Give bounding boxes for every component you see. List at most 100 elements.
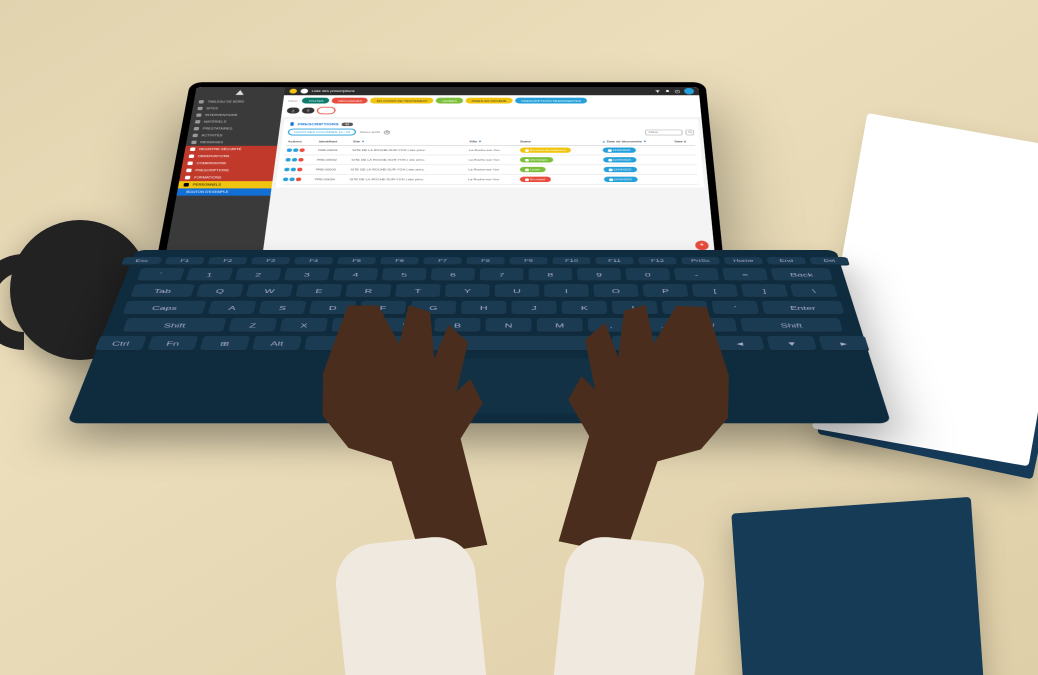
key-►[interactable]: ► [818,336,869,352]
action-delete-icon[interactable] [298,158,304,162]
table-row[interactable]: PRE-00002SITE DE LA ROCHE-SUR-YON | site… [284,155,697,165]
key-7[interactable]: 7 [480,268,524,282]
table-row[interactable]: PRE-00003SITE DE LA ROCHE-SUR-YON | site… [282,165,698,175]
chip-toutes[interactable]: TOUTES [302,98,330,104]
key-][interactable]: ] [741,284,789,298]
action-edit-icon[interactable] [289,178,295,182]
action-delete-icon[interactable] [296,178,302,182]
key-F7[interactable]: F7 [423,257,462,265]
sidebar-red-item-0[interactable]: REGISTRE SÉCURITÉ [184,146,277,153]
action-edit-icon[interactable] [292,158,298,162]
download-button[interactable] [287,108,300,114]
action-view-icon[interactable] [285,158,291,162]
col-site[interactable]: Site ▼ [351,138,468,145]
sidebar-item-2[interactable]: INTERVENTIONS [191,112,282,119]
key-N[interactable]: N [485,318,531,333]
key-Shift[interactable]: Shift [122,318,227,333]
key-E[interactable]: E [295,284,342,298]
sidebar-item-1[interactable]: SITES [192,105,283,112]
upload-button[interactable] [302,108,315,114]
key-PrtSc[interactable]: PrtSc [681,257,720,265]
key-W[interactable]: W [245,284,293,298]
col-statut[interactable]: Statut [519,138,601,145]
key-0[interactable]: 0 [625,268,670,282]
key-Y[interactable]: Y [445,284,490,298]
key-9[interactable]: 9 [577,268,622,282]
key-Enter[interactable]: Enter [761,301,844,316]
key-=[interactable]: = [722,268,769,282]
chip-en-differe[interactable]: MISES EN DIFFÉRÉ [465,98,512,104]
key-B[interactable]: B [434,318,481,333]
chip-permanentes[interactable]: PRESCRIPTIONS PERMANENTES [515,98,587,104]
action-edit-icon[interactable] [291,168,297,172]
key-X[interactable]: X [279,318,328,333]
sidebar-red-item-3[interactable]: PRESCRIPTIONS [181,167,275,174]
col-date-decouverte[interactable]: ▲ Date de découverte ▼ [600,138,673,145]
key-1[interactable]: 1 [185,268,233,282]
key-Alt[interactable]: Alt [252,336,302,352]
key-I[interactable]: I [544,284,589,298]
key-⊞[interactable]: ⊞ [199,336,250,352]
key-Home[interactable]: Home [724,257,764,265]
chip-outline-action[interactable]: … [316,107,336,115]
key-Q[interactable]: Q [196,284,244,298]
avatar-badge[interactable] [289,89,297,94]
sidebar-item-personnels[interactable]: PERSONNELS [178,181,273,188]
action-view-icon[interactable] [287,148,293,151]
chip-decharges[interactable]: DÉCHARGÉS [332,98,369,104]
col-date-d[interactable]: Date d [673,138,695,145]
key-4[interactable]: 4 [332,268,378,282]
key-U[interactable]: U [495,284,540,298]
key-'[interactable]: ' [711,301,759,316]
key-F8[interactable]: F8 [466,257,504,265]
key-\[interactable]: \ [790,284,838,298]
help-icon[interactable]: ? [674,89,681,93]
key-F12[interactable]: F12 [638,257,677,265]
key-End[interactable]: End [766,257,806,265]
key-H[interactable]: H [461,301,507,316]
key-F4[interactable]: F4 [294,257,334,265]
key-3[interactable]: 3 [283,268,330,282]
key-K[interactable]: K [562,301,608,316]
col-actions[interactable]: Actions [286,138,318,145]
chip-en-cours[interactable]: EN COURS DE TRAITEMENT [370,98,433,104]
action-view-icon[interactable] [284,168,290,172]
action-edit-icon[interactable] [293,148,299,151]
key-6[interactable]: 6 [431,268,476,282]
key-P[interactable]: P [642,284,688,298]
key-Ctrl[interactable]: Ctrl [94,336,146,352]
columns-chooser[interactable]: CHOIX DES COLONNES 12 / 13 [287,129,356,136]
sidebar-item-6[interactable]: MESSAGES [186,139,278,146]
col-identifiant[interactable]: Identifiant [317,138,352,145]
sidebar-item-5[interactable]: ACTIVITÉS [187,132,279,139]
action-delete-icon[interactable] [299,148,305,151]
action-view-icon[interactable] [283,178,289,182]
key-O[interactable]: O [593,284,639,298]
key-F2[interactable]: F2 [207,257,247,265]
org-badge[interactable] [300,89,308,94]
key-J[interactable]: J [511,301,556,316]
key-◄[interactable]: ◄ [715,336,765,352]
sidebar-item-0[interactable]: TABLEAU DE BORD [193,99,283,106]
key-F9[interactable]: F9 [510,257,548,265]
key-R[interactable]: R [345,284,391,298]
key-S[interactable]: S [258,301,306,316]
key-5[interactable]: 5 [382,268,427,282]
search-button[interactable] [685,129,694,135]
bell-icon[interactable] [664,89,670,93]
sidebar-button-example[interactable]: BOUTON D'EXEMPLE [176,188,271,195]
sidebar-red-item-4[interactable]: FORMATIONS [179,174,273,181]
key-Del[interactable]: Del [809,257,850,265]
sidebar-red-item-2[interactable]: COMMISSIONS [182,160,276,167]
table-row[interactable]: PRE-00004SITE DE LA ROCHE-SUR-YON | site… [281,174,699,184]
search-input[interactable] [645,129,683,135]
key-A[interactable]: A [207,301,256,316]
key-Tab[interactable]: Tab [130,284,195,298]
fab-add[interactable]: + [695,241,709,251]
table-row[interactable]: PRE-00001SITE DE LA ROCHE-SUR-YON | site… [285,145,696,155]
key-Esc[interactable]: Esc [121,257,162,265]
key-T[interactable]: T [395,284,441,298]
key-2[interactable]: 2 [234,268,281,282]
key--[interactable]: - [674,268,720,282]
key-F11[interactable]: F11 [595,257,634,265]
